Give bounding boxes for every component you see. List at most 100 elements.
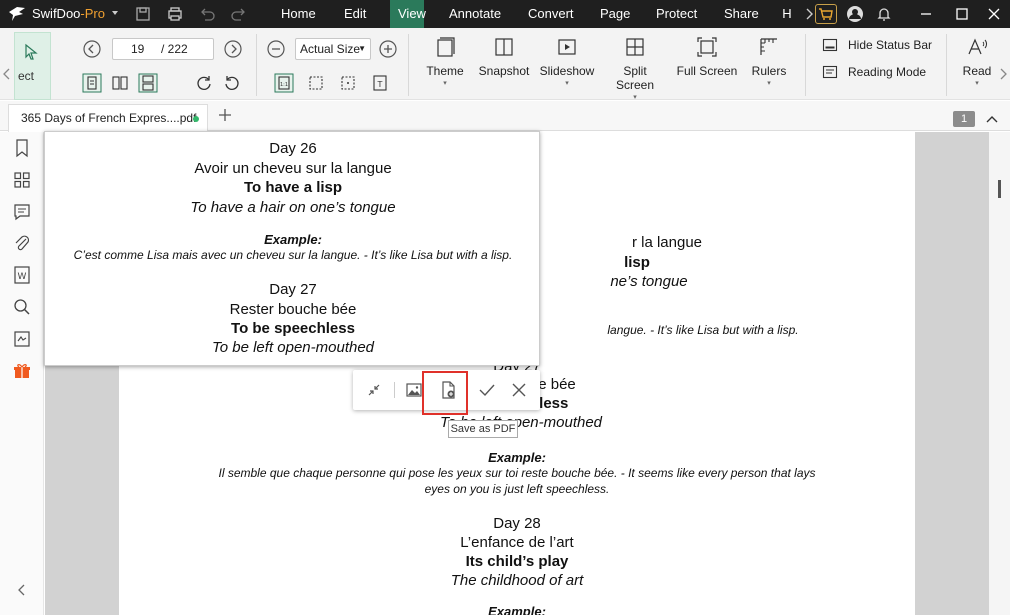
theme-dropdown-icon: ▾ [443, 80, 447, 87]
single-page-view-icon[interactable] [82, 73, 102, 93]
zoom-dropdown-icon: ▼ [358, 44, 366, 53]
previous-page-icon[interactable] [82, 39, 102, 59]
hide-status-bar-toggle[interactable]: Hide Status Bar [822, 36, 942, 56]
rotate-clockwise-icon[interactable] [194, 73, 214, 93]
select-tool-button[interactable]: ect [14, 32, 51, 100]
vertical-scrollbar[interactable] [989, 132, 1010, 615]
cart-icon [819, 8, 833, 20]
doc-text-line: e bée [538, 376, 576, 393]
doc-text-line: chless [521, 395, 569, 412]
doc-text-line: Il semble que chaque personne qui pose l… [218, 466, 816, 480]
doc-text-line: Its child’s play [465, 553, 569, 570]
reading-mode-toggle[interactable]: Reading Mode [822, 63, 942, 83]
snapshot-text-line: C’est comme Lisa mais avec un cheveu sur… [73, 248, 513, 262]
reading-mode-icon [822, 65, 838, 79]
snapshot-text-line: To have a hair on one’s tongue [190, 199, 396, 216]
menu-more[interactable]: H [774, 0, 800, 28]
snapshot-text-line: Example: [264, 232, 322, 247]
swifdoo-logo-icon [9, 7, 25, 21]
notification-bell-icon[interactable] [875, 5, 893, 23]
zoom-in-icon[interactable] [378, 39, 398, 59]
full-screen-icon [697, 37, 717, 57]
shrink-icon[interactable] [364, 380, 384, 400]
menu-convert[interactable]: Convert [520, 0, 580, 28]
menu-share[interactable]: Share [716, 0, 762, 28]
ribbon-scroll-right-icon[interactable] [998, 68, 1008, 80]
document-tab-title: 365 Days of French Expres....pdf [21, 111, 197, 125]
actual-size-fit-icon[interactable]: 1:1 [274, 73, 294, 93]
read-aloud-dropdown-icon: ▾ [975, 80, 979, 87]
search-icon[interactable] [12, 297, 32, 317]
theme-label: Theme [426, 64, 464, 78]
read-aloud-button[interactable]: Read ▾ [958, 36, 996, 100]
menu-home[interactable]: Home [273, 0, 323, 28]
attachment-icon[interactable] [12, 233, 32, 253]
maximize-icon[interactable] [954, 6, 970, 22]
split-screen-label: Split Screen [615, 64, 655, 92]
hide-status-bar-label: Hide Status Bar [848, 38, 933, 52]
next-page-icon[interactable] [223, 39, 243, 59]
snapshot-text-line: Avoir un cheveu sur la langue [194, 160, 392, 177]
zoom-level-select[interactable]: Actual Size ▼ [295, 38, 371, 60]
continuous-scroll-icon[interactable] [138, 73, 158, 93]
store-button[interactable] [815, 4, 837, 24]
scrollbar-thumb[interactable] [998, 180, 1001, 198]
menu-edit[interactable]: Edit [336, 0, 372, 28]
document-tab[interactable]: 365 Days of French Expres....pdf [8, 104, 208, 132]
total-pages: / 222 [161, 42, 188, 56]
fit-text-icon[interactable]: T [370, 73, 390, 93]
fit-page-icon[interactable] [306, 73, 326, 93]
ribbon-scroll-left-icon[interactable] [0, 68, 14, 80]
cancel-close-icon[interactable] [509, 380, 529, 400]
menu-page[interactable]: Page [592, 0, 634, 28]
unsaved-indicator-dot [193, 116, 199, 122]
status-bar-icon [822, 38, 838, 52]
fit-width-icon[interactable] [338, 73, 358, 93]
thumbnails-icon[interactable] [12, 170, 32, 190]
print-icon[interactable] [166, 5, 184, 23]
slideshow-label: Slideshow [539, 64, 595, 78]
minimize-icon[interactable] [918, 6, 934, 22]
comments-icon[interactable] [12, 202, 32, 222]
zoom-out-icon[interactable] [266, 39, 286, 59]
ribbon-toolbar: ect 19 / 222 Actual Size ▼ 1:1 T Theme ▾ S… [0, 28, 1010, 101]
new-tab-plus-icon[interactable] [218, 108, 232, 122]
rotate-counterclockwise-icon[interactable] [222, 73, 242, 93]
menu-view[interactable]: View [390, 0, 426, 28]
undo-icon[interactable] [198, 5, 216, 23]
full-screen-button[interactable]: Full Screen [676, 36, 738, 100]
user-avatar-icon[interactable] [846, 5, 864, 23]
close-window-icon[interactable] [986, 6, 1002, 22]
bookmark-icon[interactable] [12, 138, 32, 158]
collapse-ribbon-chevron-icon[interactable] [986, 114, 998, 124]
doc-text-line: To be left open-mouthed [439, 414, 603, 431]
menu-annotate[interactable]: Annotate [441, 0, 505, 28]
theme-button[interactable]: Theme ▾ [423, 36, 467, 100]
snapshot-text-line: To be speechless [231, 320, 355, 337]
split-screen-button[interactable]: Split Screen ▾ [603, 36, 667, 101]
redo-icon[interactable] [230, 5, 248, 23]
collapse-sidebar-icon[interactable] [15, 583, 29, 597]
title-bar: SwifDoo-Pro Home Edit View Annotate Conv… [0, 0, 1010, 28]
theme-icon [437, 37, 455, 57]
gift-icon[interactable] [12, 361, 32, 381]
save-icon[interactable] [134, 5, 152, 23]
slideshow-button[interactable]: Slideshow ▾ [539, 36, 595, 100]
doc-text-line: Day 28 [493, 515, 541, 532]
word-count-icon[interactable]: W [12, 265, 32, 285]
page-number-input[interactable]: 19 / 222 [112, 38, 214, 60]
rulers-button[interactable]: Rulers ▾ [750, 36, 788, 100]
snapshot-button[interactable]: Snapshot [477, 36, 531, 100]
signature-icon[interactable] [12, 329, 32, 349]
confirm-check-icon[interactable] [477, 380, 497, 400]
snapshot-preview[interactable]: Day 26 Avoir un cheveu sur la langue To … [44, 131, 540, 366]
save-as-image-icon[interactable] [404, 380, 424, 400]
rulers-label: Rulers [751, 64, 787, 78]
app-menu-chevron-icon[interactable] [110, 8, 120, 18]
snapshot-icon [495, 38, 513, 56]
rulers-icon [760, 38, 777, 55]
svg-text:T: T [377, 80, 383, 89]
menu-protect[interactable]: Protect [648, 0, 702, 28]
slideshow-dropdown-icon: ▾ [565, 80, 569, 87]
two-page-view-icon[interactable] [110, 73, 130, 93]
